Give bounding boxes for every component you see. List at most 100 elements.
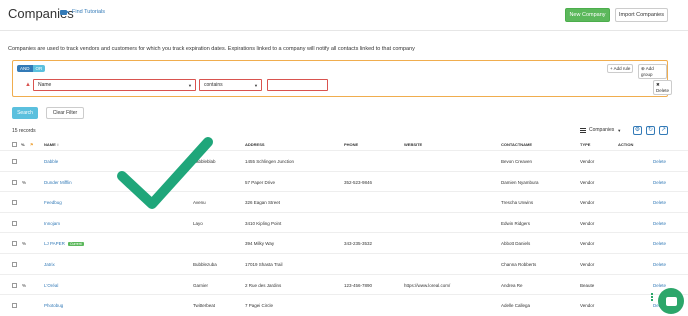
row-checkbox[interactable] <box>12 282 17 288</box>
company-type: Beaute <box>580 282 595 288</box>
column-header-address[interactable]: ADDRESS <box>245 142 265 147</box>
company-type: Vendor <box>580 303 595 309</box>
company-address: 7 Pagei Circle <box>245 303 274 309</box>
contact-name: Damien Nyambura <box>501 179 539 185</box>
company-address: 394 Milky Way <box>245 241 275 247</box>
table-row[interactable]: % Dunder Mifflin 57 Paper Drive 352-523-984… <box>0 170 688 191</box>
column-header-website[interactable]: WEBSITE <box>404 142 422 147</box>
and-toggle-button[interactable]: AND <box>17 65 33 72</box>
company-address: 3410 Kipling Point <box>245 220 282 226</box>
table-row[interactable]: Innojam Layo 3410 Kipling Point Edwin Ridge… <box>0 211 688 232</box>
row-checkbox[interactable] <box>12 303 17 309</box>
company-name: LJ PAPER <box>44 241 65 247</box>
delete-link[interactable]: Delete <box>653 262 666 267</box>
column-header-contactname[interactable]: CONTACTNAME <box>501 142 532 147</box>
row-checkbox[interactable] <box>12 200 17 206</box>
company-name: Jatrix <box>44 262 55 267</box>
company-address: 1455 Schlingen Junction <box>245 159 295 164</box>
company-type: Vendor <box>580 220 595 226</box>
sort-icon: ↕ <box>56 142 59 147</box>
contact-name: Abbott Daniels <box>501 241 531 247</box>
view-selector-label: Companies <box>589 127 615 133</box>
table-row[interactable]: Dabble Babbleblab 1455 Schlingen Junction B… <box>0 150 688 170</box>
add-rule-label: Add rule <box>613 66 631 71</box>
plus-icon: + <box>610 66 613 71</box>
refresh-icon[interactable]: ↻ <box>646 126 655 135</box>
company-name-link[interactable]: Feedbug <box>44 200 62 205</box>
company-name: L'Oréal <box>44 282 59 288</box>
row-checkbox[interactable] <box>12 159 17 164</box>
add-group-button[interactable]: ⊕ Add group <box>638 64 667 79</box>
table-row[interactable]: % LJ PAPER Current 394 Milky Way 343-235-353… <box>0 232 688 252</box>
company-address: 2 Rue des Jardins <box>245 282 282 288</box>
delete-link[interactable]: Delete <box>653 221 666 226</box>
row-checkbox[interactable] <box>12 179 17 185</box>
contact-name: Channa Robberts <box>501 262 537 267</box>
company-phone: 123-456-7890 <box>344 282 373 288</box>
row-checkbox[interactable] <box>12 241 17 247</box>
company-address: 57 Paper Drive <box>245 179 276 185</box>
company-name-link[interactable]: Photobug <box>44 303 63 308</box>
percent-icon: % <box>22 179 27 185</box>
view-selector[interactable]: Companies ▼ <box>580 127 621 133</box>
company-alias: Twitterbeat <box>193 303 216 309</box>
company-name-link[interactable]: Dunder Mifflin <box>44 180 72 185</box>
company-alias: Layo <box>193 220 203 226</box>
import-companies-button[interactable]: Import Companies <box>615 8 668 22</box>
company-phone: 352-523-9846 <box>344 179 373 185</box>
company-address: 17019 Shasta Trail <box>245 262 283 267</box>
search-button[interactable]: Search <box>12 107 38 119</box>
percent-icon: % <box>22 241 27 247</box>
delete-link[interactable]: Delete <box>653 200 666 205</box>
plus-circle-icon: ⊕ <box>641 66 645 71</box>
contact-name: Edwin Ridgers <box>501 220 531 226</box>
percent-icon: % <box>22 282 27 288</box>
header-divider <box>0 30 688 31</box>
column-header-phone[interactable]: PHONE <box>344 142 358 147</box>
company-name-link[interactable]: Dabble <box>44 159 58 164</box>
table-header: % ⚑ NAME ↕ ADDRESS PHONE WEBSITE CONTACT… <box>0 140 688 150</box>
company-alias: Bubblezuba <box>193 262 217 267</box>
drag-handle-icon[interactable] <box>651 293 655 305</box>
company-address: 326 Eagan Street <box>245 200 281 206</box>
table-row[interactable]: % L'Oréal Garnier 2 Rue des Jardins 123-456-… <box>0 273 688 294</box>
row-checkbox[interactable] <box>12 262 17 267</box>
chevron-down-icon: ▼ <box>188 82 192 88</box>
column-header-type[interactable]: TYPE <box>580 142 590 147</box>
delete-link[interactable]: Delete <box>653 159 666 164</box>
contact-name: Andrea Re <box>501 282 523 288</box>
delete-link[interactable]: Delete <box>653 241 666 246</box>
company-name-link[interactable]: Innojam <box>44 221 60 226</box>
field-select[interactable]: Name ▼ <box>33 79 196 91</box>
company-alias: Garnier <box>193 282 209 288</box>
delete-link[interactable]: Delete <box>653 283 666 288</box>
delete-rule-button[interactable]: ✖ Delete <box>653 80 673 95</box>
column-header-name[interactable]: NAME ↕ <box>44 142 59 147</box>
status-badge: Current <box>67 242 84 247</box>
company-name-link[interactable]: LJ PAPER Current <box>44 241 84 247</box>
table-row[interactable]: Jatrix Bubblezuba 17019 Shasta Trail Channa… <box>0 253 688 273</box>
table-row[interactable]: Photobug Twitterbeat 7 Pagei Circle Adelle … <box>0 294 688 314</box>
table-row[interactable]: Feedbug Avenu 326 Eagan Street Trescha Unwi… <box>0 191 688 211</box>
chat-bubble-icon[interactable] <box>658 288 684 314</box>
settings-gear-icon[interactable]: ⚙ <box>633 126 642 135</box>
add-rule-button[interactable]: + Add rule <box>607 64 634 73</box>
clear-filter-button[interactable]: Clear Filter <box>46 107 84 119</box>
field-select-value: Name <box>38 82 52 88</box>
company-name: Photobug <box>44 303 64 309</box>
delete-link[interactable]: Delete <box>653 180 666 185</box>
export-icon[interactable]: ↗ <box>659 126 668 135</box>
or-toggle-button[interactable]: OR <box>32 65 46 72</box>
company-name: Dunder Mifflin <box>44 179 72 185</box>
company-name-link[interactable]: L'Oréal <box>44 283 58 288</box>
company-name-link[interactable]: Jatrix <box>44 262 55 267</box>
select-all-checkbox[interactable] <box>12 142 17 147</box>
operator-select[interactable]: contains ▼ <box>199 79 262 91</box>
page-description: Companies are used to track vendors and … <box>8 46 415 52</box>
caret-down-icon: ▼ <box>617 127 622 133</box>
company-type: Vendor <box>580 262 595 267</box>
row-checkbox[interactable] <box>12 220 17 226</box>
new-company-button[interactable]: New Company <box>565 8 610 22</box>
filter-value-input[interactable] <box>267 79 328 91</box>
find-tutorials-link[interactable]: Find Tutorials <box>60 9 105 15</box>
